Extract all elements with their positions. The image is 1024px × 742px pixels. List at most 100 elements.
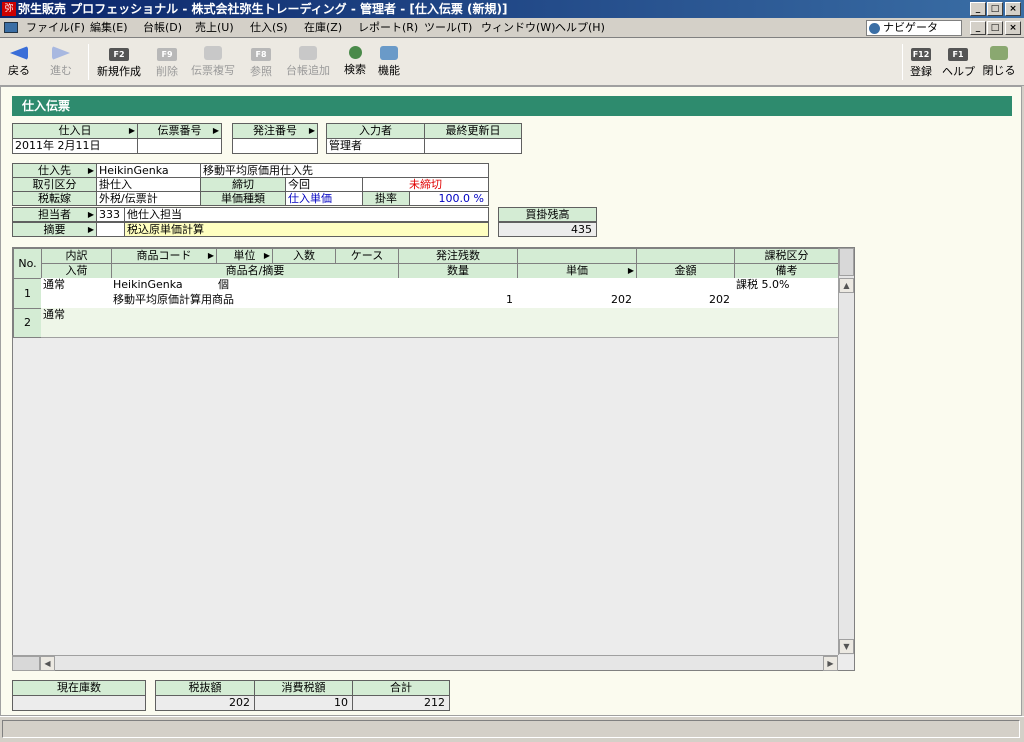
menu-inventory[interactable]: 在庫(Z) [304, 20, 342, 36]
row-unit-cell[interactable]: 個 [216, 278, 273, 294]
scroll-left-button[interactable]: ◀ [40, 656, 55, 671]
menu-window[interactable]: ウィンドウ(W) [481, 20, 555, 36]
row-unit-cell[interactable] [216, 308, 273, 323]
last-updated-field [424, 138, 522, 154]
payable-balance-field: 435 [498, 222, 597, 237]
child-maximize-button[interactable]: □ [987, 21, 1003, 35]
f8-key-icon: F8 [251, 48, 271, 61]
row-case-cell[interactable] [335, 278, 399, 294]
row-unit-price-cell[interactable] [517, 308, 637, 338]
back-arrow-icon [10, 46, 28, 60]
minimize-button[interactable]: _ [970, 2, 986, 16]
row-quantity-cell[interactable] [398, 308, 518, 338]
cutoff-field[interactable]: 今回 [285, 177, 363, 192]
copy-slip-button[interactable]: 伝票複写 [188, 42, 238, 82]
menu-tools[interactable]: ツール(T) [424, 20, 472, 36]
row-quantity-per-cell[interactable] [272, 308, 336, 323]
supplier-code-field[interactable]: HeikinGenka [96, 163, 201, 178]
tax-transfer-field[interactable]: 外税/伝票計 [96, 191, 201, 206]
new-button[interactable]: F2 新規作成 [94, 42, 144, 82]
scroll-down-button[interactable]: ▼ [839, 639, 854, 654]
order-number-field[interactable] [232, 138, 318, 154]
trade-type-field[interactable]: 掛仕入 [96, 177, 201, 192]
function-button[interactable]: 機能 [374, 42, 404, 82]
price-type-field[interactable]: 仕入単価 [285, 191, 363, 206]
scroll-right-button[interactable]: ▶ [823, 656, 838, 671]
rate-field[interactable]: 100.0 % [409, 191, 489, 206]
order-number-label[interactable]: 発注番号 [232, 123, 318, 139]
app-icon[interactable]: 弥 [2, 2, 16, 16]
ledger-icon [299, 46, 317, 60]
memo-label[interactable]: 摘要 [12, 222, 97, 237]
slip-number-label[interactable]: 伝票番号 [137, 123, 222, 139]
supplier-label[interactable]: 仕入先 [12, 163, 97, 178]
column-header-unit-price[interactable]: 単価 [517, 263, 637, 279]
menu-edit[interactable]: 編集(E) [90, 20, 128, 36]
reference-button[interactable]: F8 参照 [246, 42, 276, 82]
slip-number-field[interactable] [137, 138, 222, 154]
row-number[interactable]: 2 [13, 308, 42, 338]
row-tax-category-cell[interactable]: 課税 5.0% [734, 278, 839, 309]
vertical-scrollbar[interactable]: ▲ ▼ [838, 248, 854, 655]
menu-help[interactable]: ヘルプ(H) [555, 20, 605, 36]
close-button[interactable]: 閉じる [980, 42, 1018, 82]
row-product-code-cell[interactable] [111, 308, 217, 323]
column-header-blank-2 [636, 248, 735, 264]
menu-purchase[interactable]: 仕入(S) [250, 20, 288, 36]
row-case-cell[interactable] [335, 308, 399, 323]
row-quantity-per-cell[interactable] [272, 278, 336, 294]
help-button[interactable]: F1 ヘルプ [942, 42, 975, 82]
forward-button[interactable]: 進む [46, 42, 76, 82]
row-type-cell[interactable]: 通常 [41, 308, 112, 338]
function-icon [380, 46, 398, 60]
detail-grid[interactable]: No. 内訳 商品コード 単位 入数 ケース 発注残数 課税区分 入荷 商品名/… [12, 247, 855, 671]
menu-report[interactable]: レポート(R) [358, 20, 418, 36]
horizontal-scrollbar[interactable]: ◀ ▶ [12, 655, 838, 671]
search-button[interactable]: 検索 [340, 42, 370, 82]
child-close-button[interactable]: × [1005, 21, 1021, 35]
tax-transfer-label: 税転嫁 [12, 191, 97, 206]
form-title: 仕入伝票 [12, 96, 1012, 116]
memo-field[interactable]: 税込原単価計算 [124, 222, 489, 237]
column-header-breakdown: 内訳 [41, 248, 112, 264]
payable-balance-label: 買掛残高 [498, 207, 597, 222]
inputter-label: 入力者 [326, 123, 425, 139]
inputter-field: 管理者 [326, 138, 425, 154]
staff-code-field[interactable]: 333 [96, 207, 125, 222]
close-window-button[interactable]: × [1005, 2, 1021, 16]
menu-sales[interactable]: 売上(U) [195, 20, 234, 36]
maximize-button[interactable]: □ [987, 2, 1003, 16]
column-header-unit[interactable]: 単位 [216, 248, 273, 264]
menu-file[interactable]: ファイル(F) [26, 20, 85, 36]
register-button[interactable]: F12 登録 [906, 42, 936, 82]
delete-button[interactable]: F9 削除 [152, 42, 182, 82]
row-product-name-cell[interactable] [111, 322, 399, 338]
total-label: 合計 [352, 680, 450, 696]
date-label[interactable]: 仕入日 [12, 123, 138, 139]
column-header-case: ケース [335, 248, 399, 264]
child-window-icon[interactable] [4, 22, 18, 33]
supplier-name-field: 移動平均原価用仕入先 [200, 163, 489, 178]
net-amount-label: 税抜額 [155, 680, 255, 696]
door-exit-icon [990, 46, 1008, 60]
row-type-cell[interactable]: 通常 [41, 278, 112, 309]
scroll-up-button[interactable]: ▲ [839, 278, 854, 293]
row-tax-category-cell[interactable] [734, 308, 839, 338]
memo-code-field[interactable] [96, 222, 125, 237]
ledger-add-button[interactable]: 台帳追加 [282, 42, 334, 82]
navigator-dropdown[interactable]: ナビゲータ [866, 20, 962, 36]
menu-ledger[interactable]: 台帳(D) [143, 20, 182, 36]
back-button[interactable]: 戻る [4, 42, 34, 82]
scroll-thumb-horizontal[interactable] [12, 656, 40, 671]
row-product-code-cell[interactable]: HeikinGenka [111, 278, 217, 294]
date-field[interactable]: 2011年 2月11日 [12, 138, 138, 154]
child-minimize-button[interactable]: _ [970, 21, 986, 35]
scroll-thumb[interactable] [839, 248, 854, 276]
row-number[interactable]: 1 [13, 278, 42, 309]
price-type-label: 単価種類 [200, 191, 286, 206]
row-quantity-cell[interactable]: 1 [398, 278, 518, 309]
staff-label[interactable]: 担当者 [12, 207, 97, 222]
column-header-product-code[interactable]: 商品コード [111, 248, 217, 264]
row-product-name-cell[interactable]: 移動平均原価計算用商品 [111, 293, 399, 309]
row-unit-price-cell[interactable]: 202 [517, 278, 637, 309]
